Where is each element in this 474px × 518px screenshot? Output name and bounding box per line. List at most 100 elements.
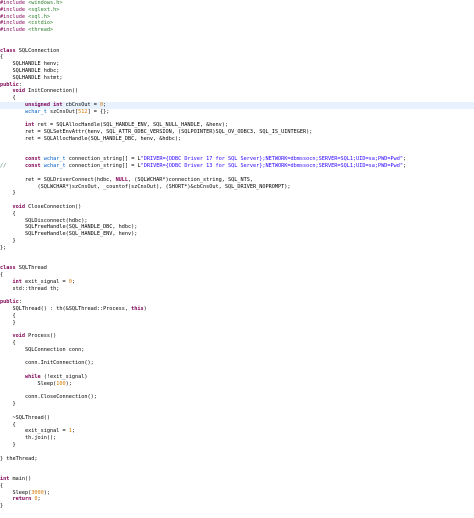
code-line[interactable]: wchar_t szCnsOut[512] = {}; [0,109,474,116]
code-line[interactable]: class SQLThread [0,265,474,272]
code-line[interactable]: class SQLConnection [0,48,474,55]
code-token: "DRIVER={ODBC Driver 17 for SQL Server};… [140,156,403,163]
code-line[interactable]: Sleep(3000); [0,490,474,497]
code-line[interactable]: } [0,320,474,327]
code-line[interactable]: { [0,211,474,218]
code-line[interactable]: SQLFreeHandle(SQL_HANDLE_DBC, hdbc); [0,224,474,231]
code-token: #include [0,0,29,6]
code-token: main() [9,476,32,482]
code-line[interactable]: #include <sqlext.h> [0,7,474,14]
code-line[interactable]: } theThread; [0,456,474,463]
code-token: { [0,421,16,428]
code-token: int [12,278,22,285]
code-line[interactable]: { [0,272,474,279]
code-token: ] = {}; [87,108,110,115]
code-line[interactable]: exit_signal = 1; [0,428,474,435]
code-line[interactable]: } [0,442,474,449]
code-line[interactable]: SQLFreeHandle(SQL_HANDLE_ENV, henv); [0,231,474,238]
code-line[interactable]: SQLHANDLE hdbc; [0,68,474,75]
code-line[interactable]: { [0,340,474,347]
code-token: ) [143,306,147,312]
code-token: } theThread; [0,455,38,462]
code-token: exit_signal = [21,278,69,285]
code-token: std::thread th; [0,285,60,292]
code-line[interactable]: SQLDisconnect(hdbc); [0,218,474,225]
code-line[interactable]: conn.CloseConnection(); [0,394,474,401]
code-token: return [12,496,32,503]
code-line[interactable]: SQLHANDLE hstmt; [0,75,474,82]
code-token: { [0,482,4,489]
code-token: conn.InitConnection(); [0,360,94,367]
code-line[interactable]: } [0,190,474,197]
code-token: 3000 [31,489,44,496]
code-token: 100 [56,380,66,387]
code-token: InitConnection() [25,88,79,95]
code-line[interactable]: SQLHANDLE henv; [0,61,474,68]
code-line[interactable]: th.join(); [0,435,474,442]
code-token: (!exit_signal) [40,374,88,380]
code-token: "DRIVER={ODBC Driver 13 for SQL Server};… [140,163,403,170]
code-line[interactable]: ~SQLThread() [0,415,474,422]
code-line[interactable]: int exit_signal = 0; [0,279,474,286]
code-line[interactable]: }; [0,245,474,252]
code-line[interactable]: conn.InitConnection(); [0,360,474,367]
code-token: <sql.h> [28,13,50,20]
code-line[interactable]: { [0,422,474,429]
code-token: }; [0,244,7,251]
code-line[interactable]: void CloseConnection() [0,204,474,211]
code-line[interactable]: SQLThread() : th(&SQLThread::Process, th… [0,306,474,313]
code-line[interactable]: int main() [0,476,474,483]
code-token: SQLHANDLE hstmt; [0,74,63,81]
code-line[interactable]: } [0,503,474,510]
code-line[interactable]: Sleep(100); [0,381,474,388]
code-token: { [0,95,16,102]
code-line[interactable]: } [0,238,474,245]
code-token: ret = SQLAllocHandle(SQL_HANDLE_DBC, hen… [0,136,182,142]
code-token: SQLConnection [15,47,60,54]
code-line[interactable]: #include <thread> [0,27,474,34]
code-line[interactable]: const wchar_t connection_string[] = L"DR… [0,156,474,163]
code-line[interactable]: while (!exit_signal) [0,374,474,381]
code-line[interactable]: { [0,483,474,490]
code-token: szCnsOut[ [46,108,79,115]
code-line[interactable]: #include <windows.h> [0,0,474,7]
code-token: wchar_t [43,156,66,163]
code-token: <thread> [28,27,54,34]
code-token: ; [37,496,41,503]
code-token: public [0,299,19,306]
code-line[interactable]: ret = SQLDriverConnect(hdbc, NULL, (SQLW… [0,177,474,184]
code-token: SQLFreeHandle(SQL_HANDLE_DBC, hdbc); [0,224,138,231]
code-line[interactable]: { [0,54,474,61]
code-line[interactable]: #include <cstdio> [0,20,474,27]
code-line[interactable]: ret = SQLAllocHandle(SQL_HANDLE_DBC, hen… [0,136,474,143]
code-token: ; [402,156,407,163]
code-token: SQLHANDLE hdbc; [0,68,60,74]
code-token: while [25,374,41,380]
code-line[interactable]: (SQLWCHAR*)szCnsOut, _countof(szCnsOut),… [0,184,474,191]
code-line[interactable]: { [0,313,474,320]
code-token: } [0,238,16,244]
code-line[interactable]: return 0; [0,496,474,503]
code-line[interactable]: std::thread th; [0,286,474,293]
code-line[interactable]: #include <sql.h> [0,14,474,21]
code-line[interactable]: public: [0,82,474,89]
code-line[interactable]: void InitConnection() [0,88,474,95]
code-token: NULL [115,176,129,183]
code-token: int [25,122,35,129]
code-line[interactable]: { [0,95,474,102]
code-line[interactable]: void Process() [0,333,474,340]
code-line[interactable]: ret = SQLSetEnvAttr(henv, SQL_ATTR_ODBC_… [0,129,474,136]
code-line[interactable]: public: [0,299,474,306]
code-token: ret = SQLDriverConnect(hdbc, [0,176,116,183]
code-line[interactable]: } [0,401,474,408]
code-editor[interactable]: #include <windows.h> #include <sqlext.h> #… [0,0,474,518]
code-line[interactable]: unsigned int cbCnsOut = 0; [0,102,474,109]
code-line[interactable]: // const wchar_t connection_string[] = L… [0,163,474,170]
code-line[interactable]: SQLConnection conn; [0,347,474,354]
code-line[interactable]: int ret = SQLAllocHandle(SQL_HANDLE_ENV,… [0,122,474,129]
code-token: void [12,88,26,95]
code-token: { [0,272,4,278]
code-token: ; [103,102,107,108]
